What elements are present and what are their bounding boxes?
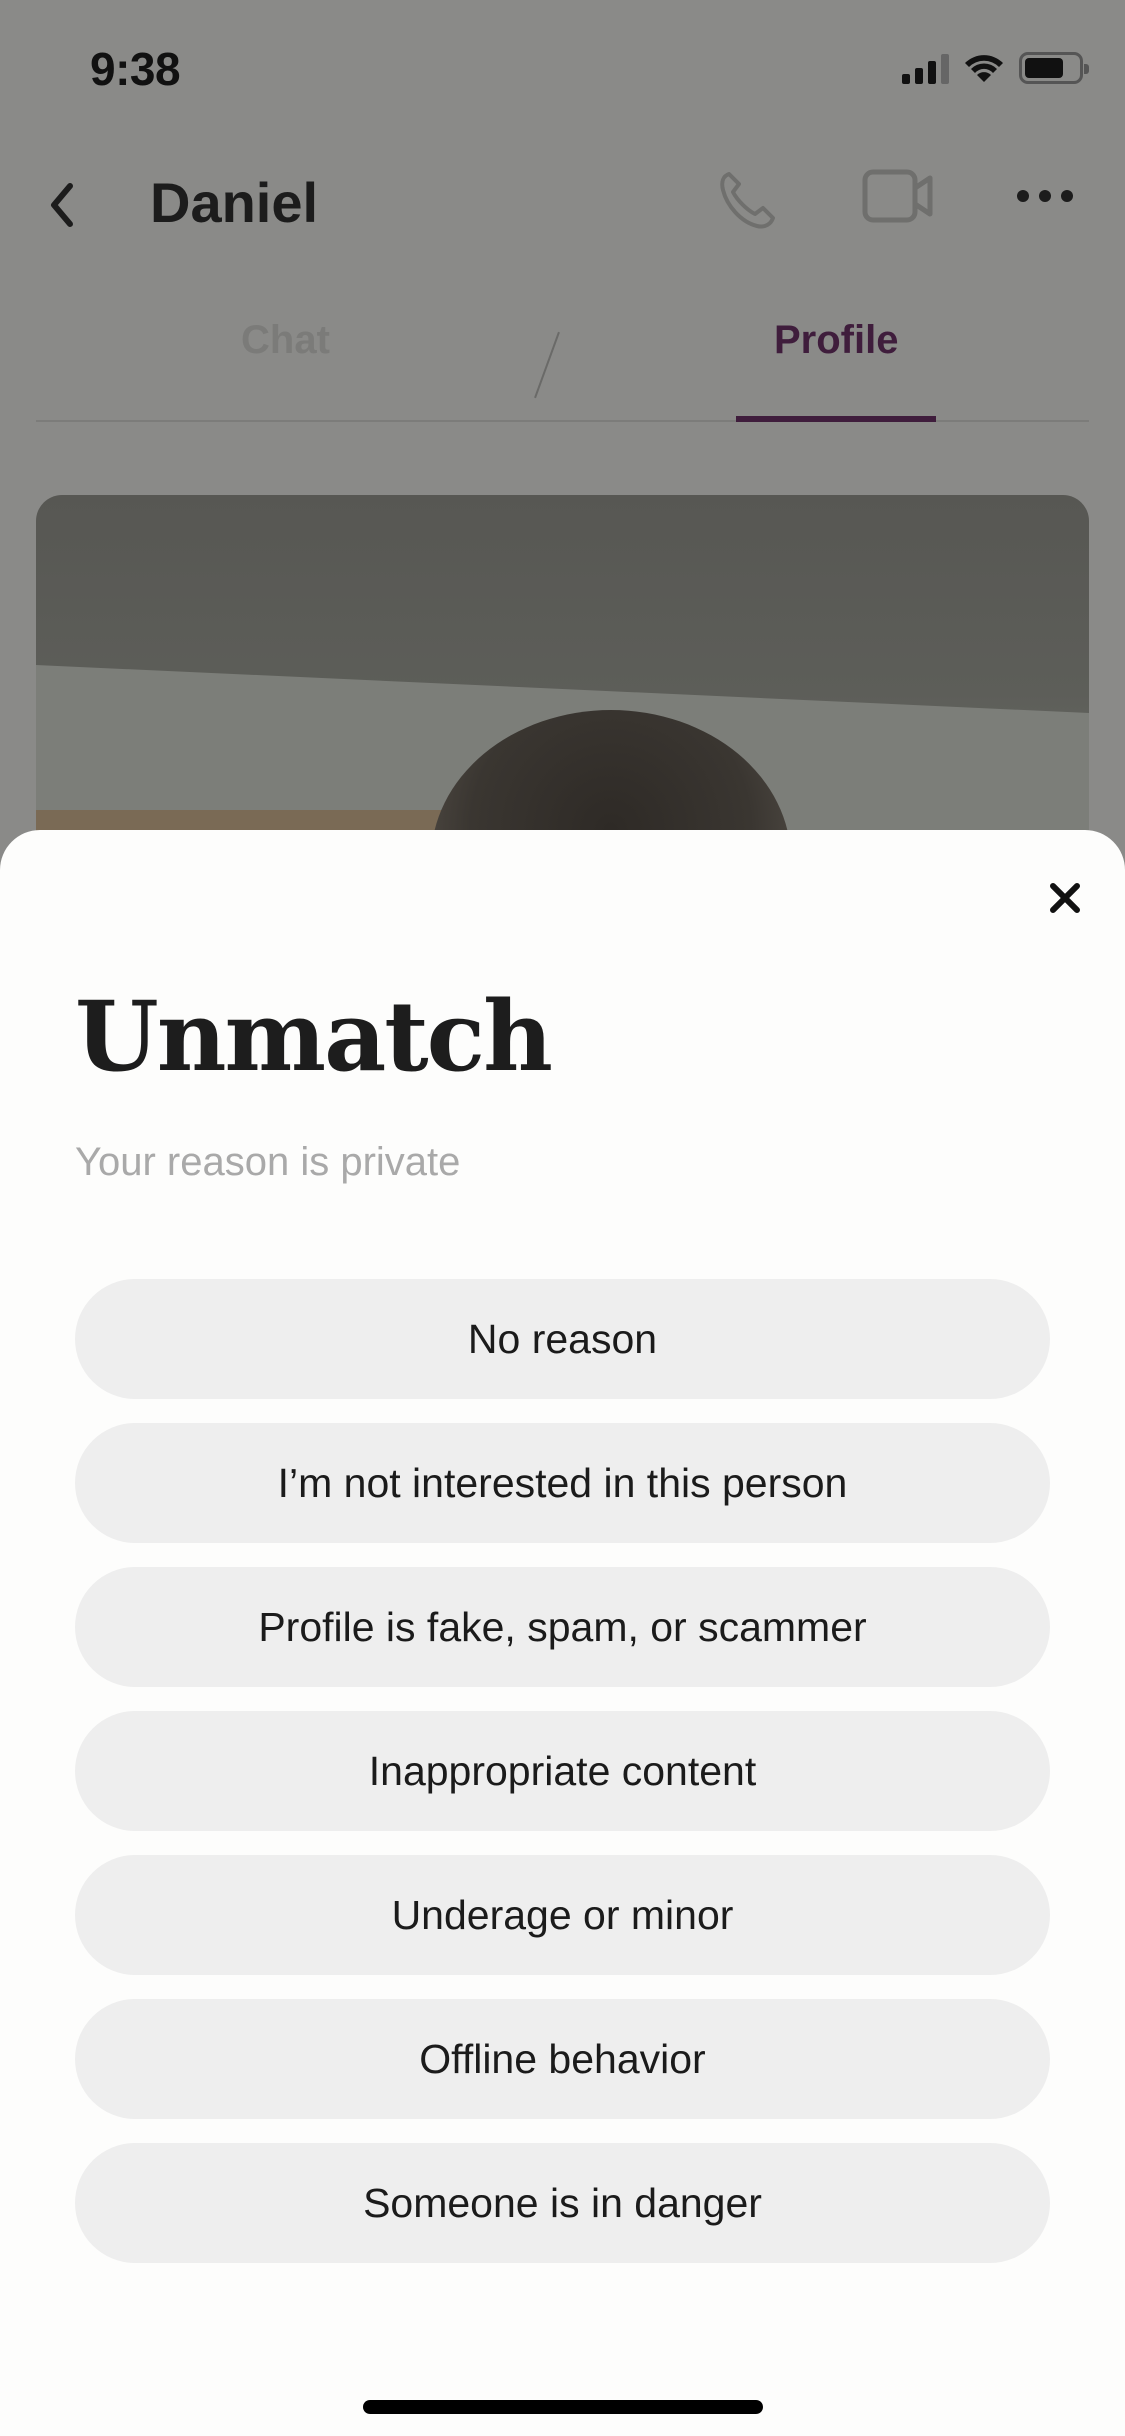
phone-icon[interactable] xyxy=(715,168,779,232)
chat-profile-tabs: Chat Profile xyxy=(36,290,1089,422)
active-tab-indicator xyxy=(736,416,936,422)
reason-option-not-interested[interactable]: I’m not interested in this person xyxy=(75,1423,1050,1543)
reason-option-someone-in-danger[interactable]: Someone is in danger xyxy=(75,2143,1050,2263)
unmatch-sheet: Unmatch Your reason is private No reason… xyxy=(0,830,1125,2436)
unmatch-reasons-list: No reason I’m not interested in this per… xyxy=(75,1279,1050,2287)
reason-option-underage[interactable]: Underage or minor xyxy=(75,1855,1050,1975)
close-icon[interactable] xyxy=(1045,878,1085,918)
tab-profile[interactable]: Profile xyxy=(774,318,898,363)
status-bar: 9:38 xyxy=(0,0,1125,130)
status-time: 9:38 xyxy=(90,43,181,95)
more-horizontal-icon[interactable] xyxy=(1015,188,1075,204)
wifi-icon xyxy=(965,55,1003,82)
sheet-title: Unmatch xyxy=(75,980,553,1093)
sheet-subtitle: Your reason is private xyxy=(75,1140,461,1184)
battery-icon xyxy=(1019,52,1089,84)
status-icons xyxy=(902,52,1089,84)
chat-header: Daniel xyxy=(0,150,1125,260)
reason-option-no-reason[interactable]: No reason xyxy=(75,1279,1050,1399)
tab-separator xyxy=(534,331,560,399)
contact-name: Daniel xyxy=(150,171,319,234)
reason-option-fake-spam-scammer[interactable]: Profile is fake, spam, or scammer xyxy=(75,1567,1050,1687)
reason-option-offline-behavior[interactable]: Offline behavior xyxy=(75,1999,1050,2119)
reason-option-inappropriate-content[interactable]: Inappropriate content xyxy=(75,1711,1050,1831)
cellular-signal-icon xyxy=(902,52,949,84)
tab-chat[interactable]: Chat xyxy=(241,318,330,363)
chevron-left-icon[interactable] xyxy=(42,178,82,232)
video-camera-icon[interactable] xyxy=(862,168,934,224)
home-indicator[interactable] xyxy=(363,2400,763,2414)
